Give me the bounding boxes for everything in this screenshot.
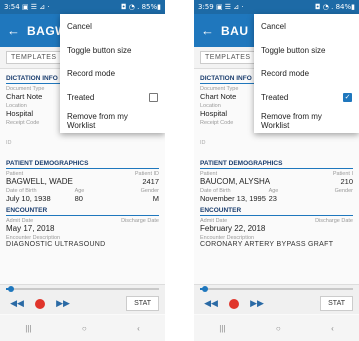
discharge-date-label: Discharge Date — [315, 218, 353, 224]
dob-labels-row: Date of Birth Age Gender — [6, 186, 159, 194]
dob-values-row: July 10, 1938 80 M — [6, 194, 159, 203]
menu-item-remove-from-worklist[interactable]: Remove from my Worklist — [254, 110, 359, 131]
back-arrow-icon[interactable]: ← — [201, 23, 217, 38]
encounter-description-value: DIAGNOSTIC ULTRASOUND — [6, 241, 106, 247]
status-battery: ◘ ◔ . 84%▮ — [315, 3, 355, 11]
overflow-menu: Cancel Toggle button size Record mode Tr… — [254, 14, 359, 133]
menu-treated-label: Treated — [67, 92, 95, 102]
id-label: ID — [200, 140, 206, 146]
menu-item-record-mode[interactable]: Record mode — [60, 63, 165, 84]
menu-toggle-label: Toggle button size — [261, 45, 326, 55]
dob-values-row: November 13, 1995 23 — [200, 194, 353, 203]
home-icon[interactable]: ○ — [82, 324, 87, 333]
menu-toggle-label: Toggle button size — [67, 45, 132, 55]
gender-value: M — [152, 194, 159, 203]
progress-track[interactable] — [6, 286, 159, 292]
treated-checkbox[interactable]: ✓ — [343, 92, 352, 102]
menu-item-cancel[interactable]: Cancel — [60, 16, 165, 37]
dob-value: November 13, 1995 — [200, 194, 266, 203]
section-patient-demographics: PATIENT DEMOGRAPHICS — [6, 158, 159, 169]
admit-date-value: February 22, 2018 — [200, 224, 266, 233]
menu-record-label: Record mode — [261, 69, 310, 78]
tab-templates[interactable]: TEMPLATES — [200, 51, 256, 64]
fast-forward-icon[interactable]: ▶▶ — [246, 298, 268, 309]
back-nav-icon[interactable]: ‹ — [331, 324, 334, 333]
treated-checkbox[interactable] — [149, 92, 158, 102]
page-title: BAU — [221, 23, 249, 38]
encounter-description-value: CORONARY ARTERY BYPASS GRAFT — [200, 241, 334, 247]
section-encounter: ENCOUNTER — [200, 205, 353, 216]
age-value: 80 — [74, 194, 83, 203]
recent-apps-icon[interactable]: ||| — [25, 324, 31, 333]
encounter-labels-row: Admit Date Discharge Date — [6, 216, 159, 224]
status-bar: 3:59 ▣ ☰ ⊿ · ◘ ◔ . 84%▮ — [194, 0, 359, 14]
progress-track[interactable] — [200, 286, 353, 292]
status-notification-icons: ▣ ☰ ⊿ · — [215, 3, 244, 11]
menu-remove-label: Remove from my Worklist — [67, 111, 128, 130]
rewind-icon[interactable]: ◀◀ — [6, 298, 28, 309]
dob-labels-row: Date of Birth Age Gender — [200, 186, 353, 194]
status-battery: ◘ ◔ . 85%▮ — [121, 3, 161, 11]
status-bar: 3:54 ▣ ☰ ⊿ · ◘ ◔ . 85%▮ — [0, 0, 165, 14]
progress-knob[interactable] — [7, 286, 14, 292]
patient-values-row: BAUCOM, ALYSHA 210 — [200, 177, 353, 186]
menu-item-remove-from-worklist[interactable]: Remove from my Worklist — [60, 110, 165, 131]
record-icon[interactable] — [229, 298, 239, 309]
menu-item-record-mode[interactable]: Record mode — [254, 63, 359, 84]
back-arrow-icon[interactable]: ← — [7, 23, 23, 38]
audio-player: ◀◀ ▶▶ STAT — [0, 284, 165, 314]
patient-name: BAGWELL, WADE — [6, 177, 73, 186]
player-controls: ◀◀ ▶▶ STAT — [200, 296, 353, 311]
tab-templates[interactable]: TEMPLATES — [6, 51, 62, 64]
android-nav-bar: ||| ○ ‹ — [0, 315, 165, 341]
fast-forward-icon[interactable]: ▶▶ — [52, 298, 74, 309]
patient-id: 2417 — [142, 177, 159, 186]
home-icon[interactable]: ○ — [276, 324, 281, 333]
menu-item-toggle-button-size[interactable]: Toggle button size — [254, 37, 359, 63]
menu-treated-label: Treated — [261, 92, 289, 102]
audio-player: ◀◀ ▶▶ STAT — [194, 284, 359, 314]
rewind-icon[interactable]: ◀◀ — [200, 298, 222, 309]
patient-labels-row: Patient Patient I — [200, 169, 353, 177]
status-time: 3:59 — [198, 3, 214, 11]
menu-item-treated[interactable]: Treated — [60, 84, 165, 110]
encounter-labels-row: Admit Date Discharge Date — [200, 216, 353, 224]
overflow-menu: Cancel Toggle button size Record mode Tr… — [60, 14, 165, 133]
recent-apps-icon[interactable]: ||| — [219, 324, 225, 333]
patient-name: BAUCOM, ALYSHA — [200, 177, 271, 186]
phone-screen-left: 3:54 ▣ ☰ ⊿ · ◘ ◔ . 85%▮ ← BAGW TEMPLATES… — [0, 0, 165, 341]
menu-remove-label: Remove from my Worklist — [261, 111, 322, 130]
patient-values-row: BAGWELL, WADE 2417 — [6, 177, 159, 186]
phone-screen-right: 3:59 ▣ ☰ ⊿ · ◘ ◔ . 84%▮ ← BAU TEMPLATES … — [194, 0, 359, 341]
progress-knob[interactable] — [201, 286, 208, 292]
menu-cancel-label: Cancel — [67, 22, 92, 31]
gender-label: Gender — [334, 188, 353, 194]
discharge-date-label: Discharge Date — [121, 218, 159, 224]
status-notification-icons: ▣ ☰ ⊿ · — [21, 3, 50, 11]
patient-labels-row: Patient Patient ID — [6, 169, 159, 177]
player-controls: ◀◀ ▶▶ STAT — [6, 296, 159, 311]
menu-item-cancel[interactable]: Cancel — [254, 16, 359, 37]
status-time: 3:54 — [4, 3, 20, 11]
back-nav-icon[interactable]: ‹ — [137, 324, 140, 333]
menu-item-treated[interactable]: Treated ✓ — [254, 84, 359, 110]
menu-item-toggle-button-size[interactable]: Toggle button size — [60, 37, 165, 63]
stat-button[interactable]: STAT — [126, 296, 159, 311]
section-patient-demographics: PATIENT DEMOGRAPHICS — [200, 158, 353, 169]
menu-cancel-label: Cancel — [261, 22, 286, 31]
stat-button[interactable]: STAT — [320, 296, 353, 311]
menu-record-label: Record mode — [67, 69, 116, 78]
dob-value: July 10, 1938 — [6, 194, 51, 203]
android-nav-bar: ||| ○ ‹ — [194, 315, 359, 341]
age-value: 23 — [268, 194, 277, 203]
id-label: ID — [6, 140, 12, 146]
admit-date-value: May 17, 2018 — [6, 224, 55, 233]
patient-id: 210 — [340, 177, 353, 186]
record-icon[interactable] — [35, 298, 45, 309]
section-encounter: ENCOUNTER — [6, 205, 159, 216]
